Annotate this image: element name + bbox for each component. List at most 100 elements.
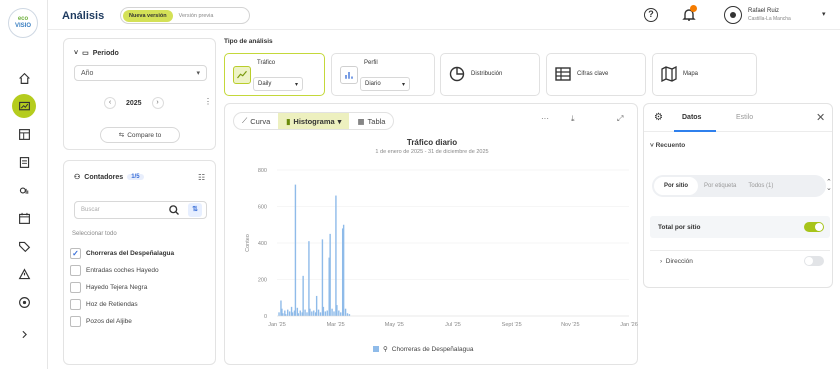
profile-granularity-value: Diario [365,81,381,87]
histogram-bar [282,313,284,316]
version-old-option[interactable]: Versión previa [173,13,214,19]
counters-badge: 1/5 [127,174,144,180]
card-name: Cifras clave [577,71,609,77]
user-name: Rafael Ruiz [748,8,780,14]
pie-chart-icon [449,66,465,82]
analysis-icon[interactable] [12,94,36,118]
total-por-sitio-toggle[interactable] [804,222,824,232]
expand-icon[interactable] [12,322,36,346]
seg-por-etiqueta[interactable]: Por etiqueta [698,183,742,189]
y-tick-label: 800 [258,168,267,174]
histogram-chart: 0 200 400 600 800 Conteo Jan '25 Mar '25 May '25… [245,168,638,328]
x-tick-label: Sept '25 [502,322,522,328]
select-all-link[interactable]: Seleccionar todo [72,231,117,237]
calendar-icon[interactable] [12,206,36,230]
counters-title: Contadores [84,173,124,181]
legend-label: Chorreras de Despeñalagua [391,345,474,353]
year-navigator: ‹ 2025 › [104,97,164,109]
histogram-bar [338,310,340,316]
counter-label: Hoz de Retiendas [86,301,138,308]
tag-icon[interactable] [12,234,36,258]
seg-por-sitio[interactable]: Por sitio [654,177,699,195]
chevron-down-icon: ▾ [401,81,405,88]
histogram-bar [317,309,320,316]
alert-icon[interactable] [12,262,36,286]
checkbox[interactable] [70,282,81,293]
counter-icon[interactable] [12,178,36,202]
analysis-card-map[interactable]: Mapa [652,53,757,96]
histogram-bar [297,313,300,316]
checkbox[interactable] [70,265,81,276]
counters-icon: ⚇ [74,174,81,181]
histogram-bar [315,295,318,316]
version-toggle[interactable]: Nueva versión Versión previa [120,7,250,24]
next-year-button[interactable]: › [151,97,164,109]
left-rail: eco VISIO [0,0,48,369]
tab-datos[interactable]: Datos [682,114,701,121]
traffic-granularity-select[interactable]: Daily ▾ [253,77,303,91]
histogram-bar [331,308,333,316]
profile-granularity-select[interactable]: Diario ▾ [360,77,410,91]
traffic-granularity-value: Daily [258,81,272,87]
y-tick-label: 400 [258,241,267,247]
compare-button[interactable]: ⇆ Compare to [100,127,180,143]
home-icon[interactable] [12,66,36,90]
histogram-bar [340,312,342,316]
analysis-card-profile[interactable]: Perfil Diario ▾ [331,53,435,96]
user-info[interactable]: Rafael Ruiz Castilla-La Mancha [748,7,791,23]
seg-todos[interactable]: Todos (1) [742,183,779,189]
period-granularity-select[interactable]: Año ▾ [74,65,207,81]
avatar-icon[interactable] [724,6,742,24]
checkbox[interactable] [70,316,81,327]
analysis-type-label: Tipo de análisis [224,38,273,45]
period-more-icon[interactable]: ⋮ [204,97,212,106]
report-icon[interactable] [12,150,36,174]
target-icon[interactable] [12,290,36,314]
total-por-sitio-row: Total por sitio [650,216,830,238]
notification-dot [690,5,697,12]
profile-chart-icon [340,66,358,84]
app-logo[interactable]: eco VISIO [8,8,38,38]
counter-list-item[interactable]: Hayedo Tejera Negra [70,279,174,296]
user-menu-caret-icon[interactable]: ▾ [822,10,826,18]
analysis-card-traffic[interactable]: Tráfico Daily ▾ [224,53,325,96]
histogram-bar [336,305,338,316]
checkbox[interactable]: ✓ [70,248,81,259]
version-new-option[interactable]: Nueva versión [123,9,173,22]
counter-list-item[interactable]: Hoz de Retiendas [70,296,174,313]
tab-estilo[interactable]: Estilo [736,114,753,121]
chart-legend[interactable]: ⚲ Chorreras de Despeñalagua [373,345,473,353]
prev-year-button[interactable]: ‹ [104,97,116,109]
counter-list-item[interactable]: Pozos del Aljibe [70,313,174,330]
analysis-card-key-figures[interactable]: Cifras clave [546,53,646,96]
direction-row[interactable]: › Dirección [650,250,830,272]
dashboard-icon[interactable] [12,122,36,146]
counter-list-item[interactable]: ✓ Chorreras del Despeñalagua [70,245,174,262]
map-icon [661,66,677,82]
period-header[interactable]: ˅ ▭ Periodo [74,49,119,58]
settings-panel: ⚙ Datos Estilo ✕ ˅ Recuento Por sitio Po… [643,103,833,288]
analysis-card-distribution[interactable]: Distribución [440,53,540,96]
recuento-section-header[interactable]: ˅ Recuento [650,142,685,149]
checkbox[interactable] [70,299,81,310]
histogram-bar [313,310,315,316]
sort-filter-icon[interactable]: ⇅ [188,203,202,217]
counter-list-item[interactable]: Entradas coches Hayedo [70,262,174,279]
seg-scroll-icon[interactable]: ⌃ ⌄ [826,179,832,192]
legend-person-icon: ⚲ [383,346,388,353]
card-name: Distribución [471,71,503,77]
chevron-down-icon[interactable]: ˅ [74,50,78,57]
close-icon[interactable]: ✕ [816,111,825,124]
histogram-bar [308,241,310,316]
sliders-icon[interactable]: ☷ [198,173,205,182]
user-region: Castilla-La Mancha [748,16,791,22]
help-icon[interactable]: ? [644,8,658,22]
histogram-bar [306,312,308,316]
compare-icon: ⇆ [118,132,125,139]
year-value: 2025 [126,99,142,107]
grouping-segmented-control: Por sitio Por etiqueta Todos (1) [652,175,826,197]
page-title: Análisis [62,10,105,22]
direction-toggle[interactable] [804,256,824,266]
search-icon[interactable] [168,204,180,216]
histogram-bar [326,310,328,316]
